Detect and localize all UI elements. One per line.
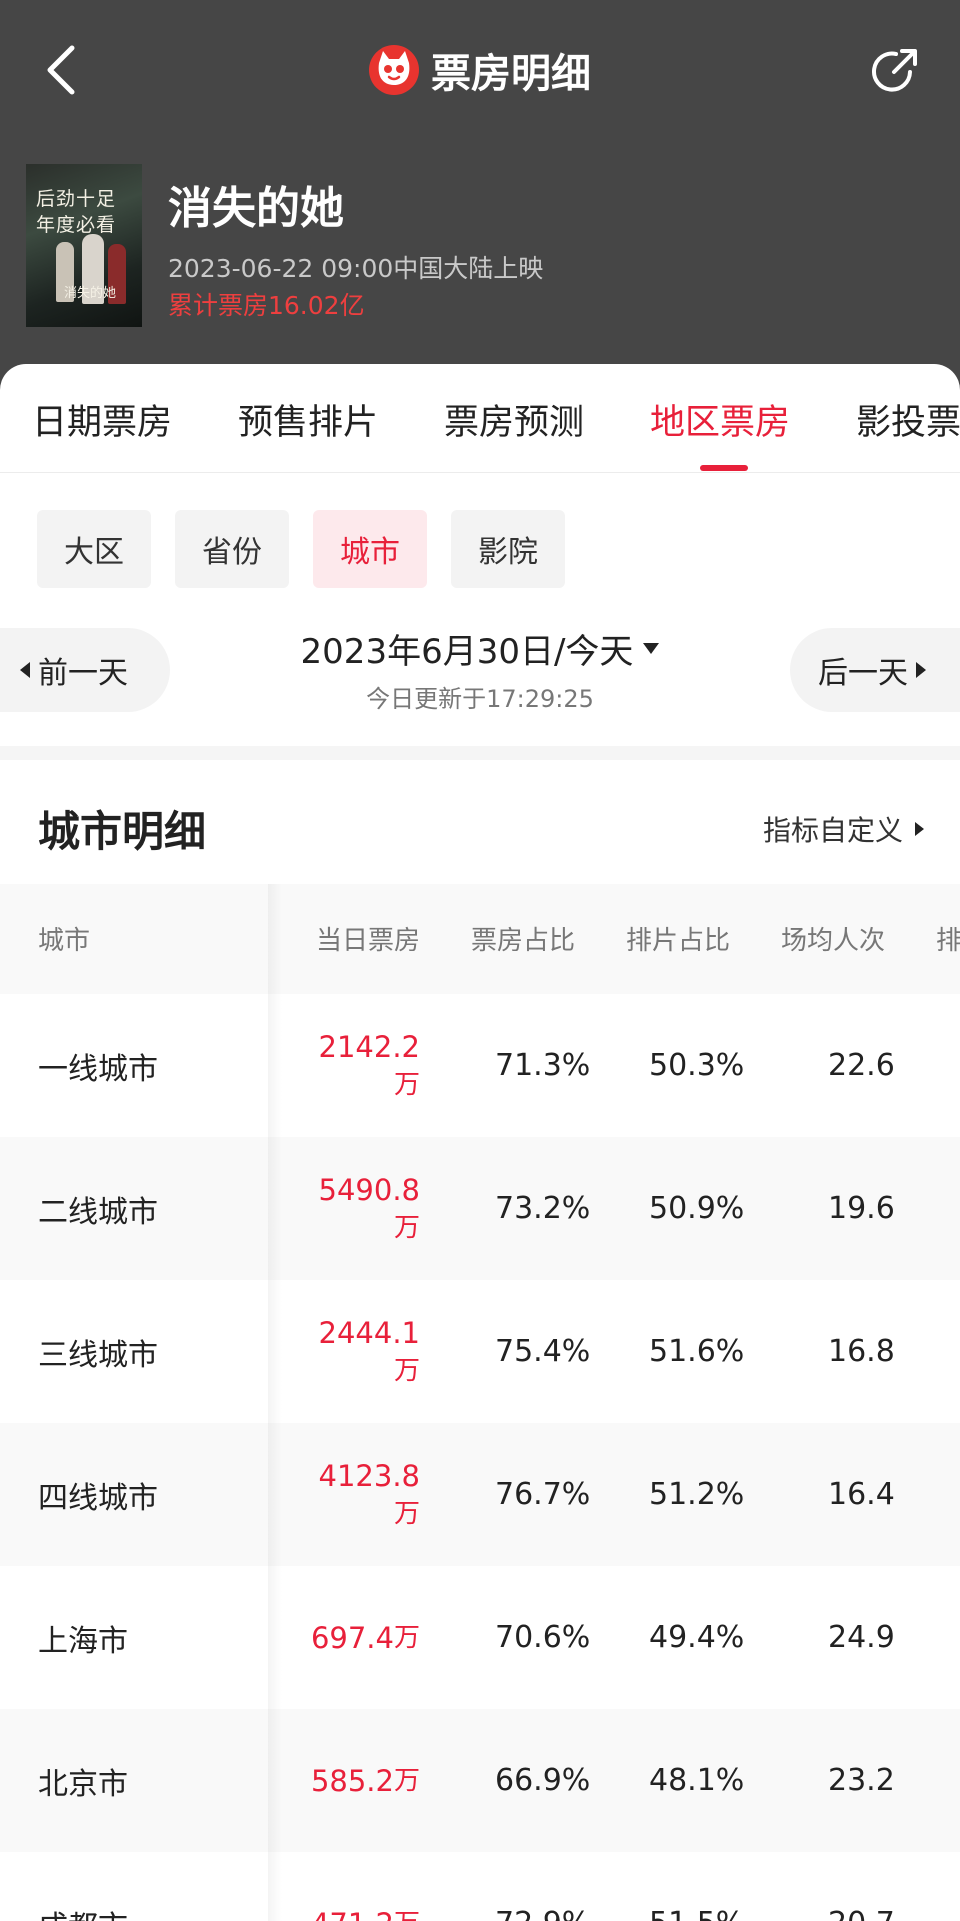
- section-title: 城市明细: [38, 807, 207, 856]
- screen-share: 51.2%: [649, 1477, 745, 1512]
- movie-title: 消失的她: [168, 183, 344, 234]
- movie-poster[interactable]: 后劲十足 年度必看 消失的她: [26, 164, 142, 327]
- avg-attendance: 16.4: [828, 1477, 895, 1512]
- customize-label: 指标自定义: [762, 814, 903, 847]
- header-avg-attendance[interactable]: 场均人次: [781, 920, 885, 957]
- avg-attendance: 23.2: [828, 1763, 895, 1798]
- date-picker[interactable]: 2023年6月30日/今天: [301, 624, 660, 673]
- segment-city[interactable]: 城市: [313, 510, 427, 588]
- poster-tagline: 后劲十足 年度必看: [36, 188, 117, 236]
- table-row[interactable]: 北京市 585.2 万 66.9% 48.1% 23.2: [0, 1709, 960, 1852]
- customize-metrics-button[interactable]: 指标自定义: [763, 809, 924, 849]
- tab-daily-box-office[interactable]: 日期票房: [32, 394, 172, 445]
- table-row[interactable]: 四线城市 4123.8 万 76.7% 51.2% 16.4: [0, 1423, 960, 1566]
- daily-box-office: 2142.2 万: [318, 1029, 420, 1100]
- header-daily-box[interactable]: 当日票房: [316, 920, 420, 957]
- daily-box-office: 4123.8 万: [318, 1458, 420, 1529]
- divider: [0, 746, 960, 760]
- screen-share: 49.4%: [649, 1620, 745, 1655]
- page-title: 票房明细: [431, 51, 591, 97]
- city-name: 成都市: [38, 1852, 128, 1921]
- city-name: 上海市: [38, 1623, 128, 1659]
- caret-down-icon: [643, 643, 660, 654]
- tab-active-indicator: [700, 465, 748, 471]
- segment-province[interactable]: 省份: [175, 510, 289, 588]
- next-day-button[interactable]: 后一天: [790, 628, 960, 712]
- city-name: 二线城市: [38, 1194, 158, 1230]
- tab-bar: 日期票房 预售排片 票房预测 地区票房 影投票房: [0, 364, 960, 473]
- release-info: 2023-06-22 09:00中国大陆上映: [168, 254, 544, 283]
- box-share: 76.7%: [495, 1477, 591, 1512]
- daily-box-office: 5490.8 万: [318, 1172, 420, 1243]
- header-seat-share[interactable]: 排座占比: [936, 920, 960, 957]
- table-row[interactable]: 三线城市 2444.1 万 75.4% 51.6% 16.8: [0, 1280, 960, 1423]
- tab-forecast[interactable]: 票房预测: [444, 394, 584, 445]
- table-row[interactable]: 二线城市 5490.8 万 73.2% 50.9% 19.6: [0, 1137, 960, 1280]
- box-share: 72.9%: [495, 1852, 590, 1921]
- box-share: 71.3%: [495, 1048, 591, 1083]
- segment-region[interactable]: 大区: [37, 510, 151, 588]
- city-name: 三线城市: [38, 1337, 158, 1373]
- share-icon[interactable]: [870, 44, 922, 96]
- segment-cinema[interactable]: 影院: [451, 510, 565, 588]
- header-screen-share[interactable]: 排片占比: [626, 920, 730, 957]
- daily-box-office: 2444.1 万: [318, 1315, 420, 1386]
- box-share: 66.9%: [495, 1763, 591, 1798]
- avg-attendance: 16.8: [828, 1334, 895, 1369]
- screen-share: 48.1%: [649, 1763, 745, 1798]
- header-city[interactable]: 城市: [38, 920, 90, 957]
- city-name: 北京市: [38, 1766, 128, 1802]
- next-day-label: 后一天: [818, 656, 908, 691]
- table-row[interactable]: 成都市 471.2万 72.9% 51.5% 20.7: [0, 1852, 960, 1921]
- city-name: 一线城市: [38, 1051, 158, 1087]
- box-share: 73.2%: [495, 1191, 591, 1226]
- tab-region[interactable]: 地区票房: [650, 394, 790, 445]
- screen-share: 51.5%: [649, 1852, 744, 1921]
- content-card: 日期票房 预售排片 票房预测 地区票房 影投票房 大区 省份 城市 影院 前一天…: [0, 364, 960, 1921]
- caret-right-icon: [915, 822, 924, 836]
- daily-box-office: 585.2 万: [310, 1763, 420, 1798]
- city-table: 城市 当日票房 票房占比 排片占比 场均人次 排座占比 一线城市 2142.2万…: [0, 884, 960, 1921]
- cat-logo-icon: [369, 45, 419, 95]
- avg-attendance: 22.6: [828, 1048, 895, 1083]
- caret-right-icon: [916, 662, 926, 678]
- cumulative-box-office: 累计票房16.02亿: [168, 291, 365, 320]
- daily-box-office: 697.4 万: [310, 1620, 420, 1655]
- city-name: 四线城市: [38, 1480, 158, 1516]
- table-row[interactable]: 一线城市 2142.2 万 71.3% 50.3% 22.6: [0, 994, 960, 1137]
- current-date: 2023年6月30日/今天: [300, 632, 634, 672]
- poster-title: 消失的她: [64, 286, 117, 301]
- header: 票房明细 后劲十足 年度必看 消失的她 消失的她 2023-06-22 09:0…: [0, 0, 960, 420]
- daily-box-office: 471.2万: [280, 1852, 420, 1921]
- header-box-share[interactable]: 票房占比: [471, 920, 575, 957]
- avg-attendance: 20.7: [828, 1852, 895, 1921]
- table-header: 城市 当日票房 票房占比 排片占比 场均人次 排座占比: [0, 884, 960, 994]
- box-share: 75.4%: [495, 1334, 591, 1369]
- screen-share: 50.3%: [649, 1048, 745, 1083]
- screen-share: 50.9%: [649, 1191, 745, 1226]
- avg-attendance: 19.6: [828, 1191, 895, 1226]
- tab-investor[interactable]: 影投票房: [856, 394, 960, 445]
- box-share: 70.6%: [495, 1620, 591, 1655]
- table-row[interactable]: 上海市 697.4 万 70.6% 49.4% 24.9: [0, 1566, 960, 1709]
- column-shadow: [268, 884, 282, 1921]
- screen-share: 51.6%: [649, 1334, 745, 1369]
- nav-title: 票房明细: [0, 40, 960, 100]
- avg-attendance: 24.9: [828, 1620, 895, 1655]
- tab-presale[interactable]: 预售排片: [238, 394, 378, 445]
